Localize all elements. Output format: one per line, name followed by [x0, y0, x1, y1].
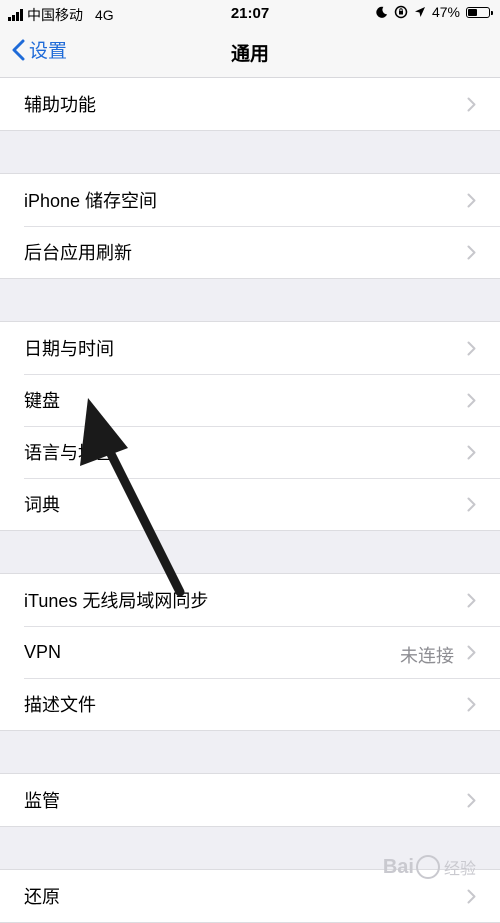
location-icon — [414, 7, 425, 17]
settings-row[interactable]: iTunes 无线局域网同步 — [0, 574, 500, 626]
group-gap — [0, 531, 500, 573]
group-gap — [0, 731, 500, 773]
row-label: VPN — [24, 641, 62, 662]
chevron-right-icon — [467, 793, 476, 808]
chevron-right-icon — [467, 697, 476, 712]
settings-row[interactable]: 辅助功能 — [0, 78, 500, 130]
settings-row[interactable]: 后台应用刷新 — [0, 226, 500, 278]
settings-row[interactable]: 日期与时间 — [0, 322, 500, 374]
group-gap — [0, 131, 500, 173]
moon-icon — [376, 6, 388, 18]
chevron-right-icon — [467, 497, 476, 512]
group-gap — [0, 279, 500, 321]
chevron-right-icon — [467, 645, 476, 660]
status-bar: 中国移动 4G 21:07 47% — [0, 0, 500, 26]
settings-group: 辅助功能 — [0, 78, 500, 131]
settings-row[interactable]: 监管 — [0, 774, 500, 826]
settings-row[interactable]: 描述文件 — [0, 678, 500, 730]
status-right: 47% — [375, 4, 493, 20]
row-label: 日期与时间 — [24, 339, 114, 359]
chevron-right-icon — [467, 97, 476, 112]
row-detail: 未连接 — [400, 646, 454, 666]
chevron-right-icon — [467, 193, 476, 208]
settings-group: iPhone 储存空间 后台应用刷新 — [0, 173, 500, 279]
chevron-right-icon — [467, 245, 476, 260]
paw-icon — [415, 855, 440, 879]
row-label: 键盘 — [24, 391, 60, 411]
row-label: 监管 — [24, 791, 60, 811]
settings-row[interactable]: 键盘 — [0, 374, 500, 426]
chevron-right-icon — [467, 341, 476, 356]
row-label: 描述文件 — [24, 695, 96, 715]
settings-row[interactable]: 词典 — [0, 478, 500, 530]
settings-row[interactable]: 语言与地区 — [0, 426, 500, 478]
settings-group: 监管 — [0, 773, 500, 827]
nav-bar: 设置 通用 — [0, 26, 500, 78]
battery-percent: 47% — [431, 4, 460, 20]
row-label: 辅助功能 — [24, 95, 96, 115]
chevron-right-icon — [467, 445, 476, 460]
baidu-watermark: Bai 经验 — [383, 855, 476, 879]
settings-row[interactable]: iPhone 储存空间 — [0, 174, 500, 226]
settings-group: 日期与时间键盘语言与地区词典 — [0, 321, 500, 531]
settings-list: 辅助功能 iPhone 储存空间 后台应用刷新 日期与时间 键盘 语言与地区 词典 iTune… — [0, 78, 500, 923]
watermark-brand: Bai — [382, 855, 414, 878]
page-title: 通用 — [230, 44, 269, 65]
chevron-right-icon — [467, 393, 476, 408]
row-label: 词典 — [24, 495, 60, 515]
battery-icon — [466, 6, 493, 18]
watermark-suffix: 经验 — [443, 861, 476, 878]
rotation-lock-icon — [394, 5, 408, 19]
row-label: 后台应用刷新 — [24, 243, 132, 263]
row-label: 语言与地区 — [24, 443, 114, 463]
row-label: iTunes 无线局域网同步 — [24, 591, 209, 611]
settings-group: iTunes 无线局域网同步 VPN 未连接描述文件 — [0, 573, 500, 731]
row-label: 还原 — [24, 887, 60, 907]
settings-row[interactable]: VPN 未连接 — [0, 626, 500, 678]
chevron-right-icon — [467, 593, 476, 608]
chevron-right-icon — [467, 889, 476, 904]
row-label: iPhone 储存空间 — [24, 191, 158, 211]
